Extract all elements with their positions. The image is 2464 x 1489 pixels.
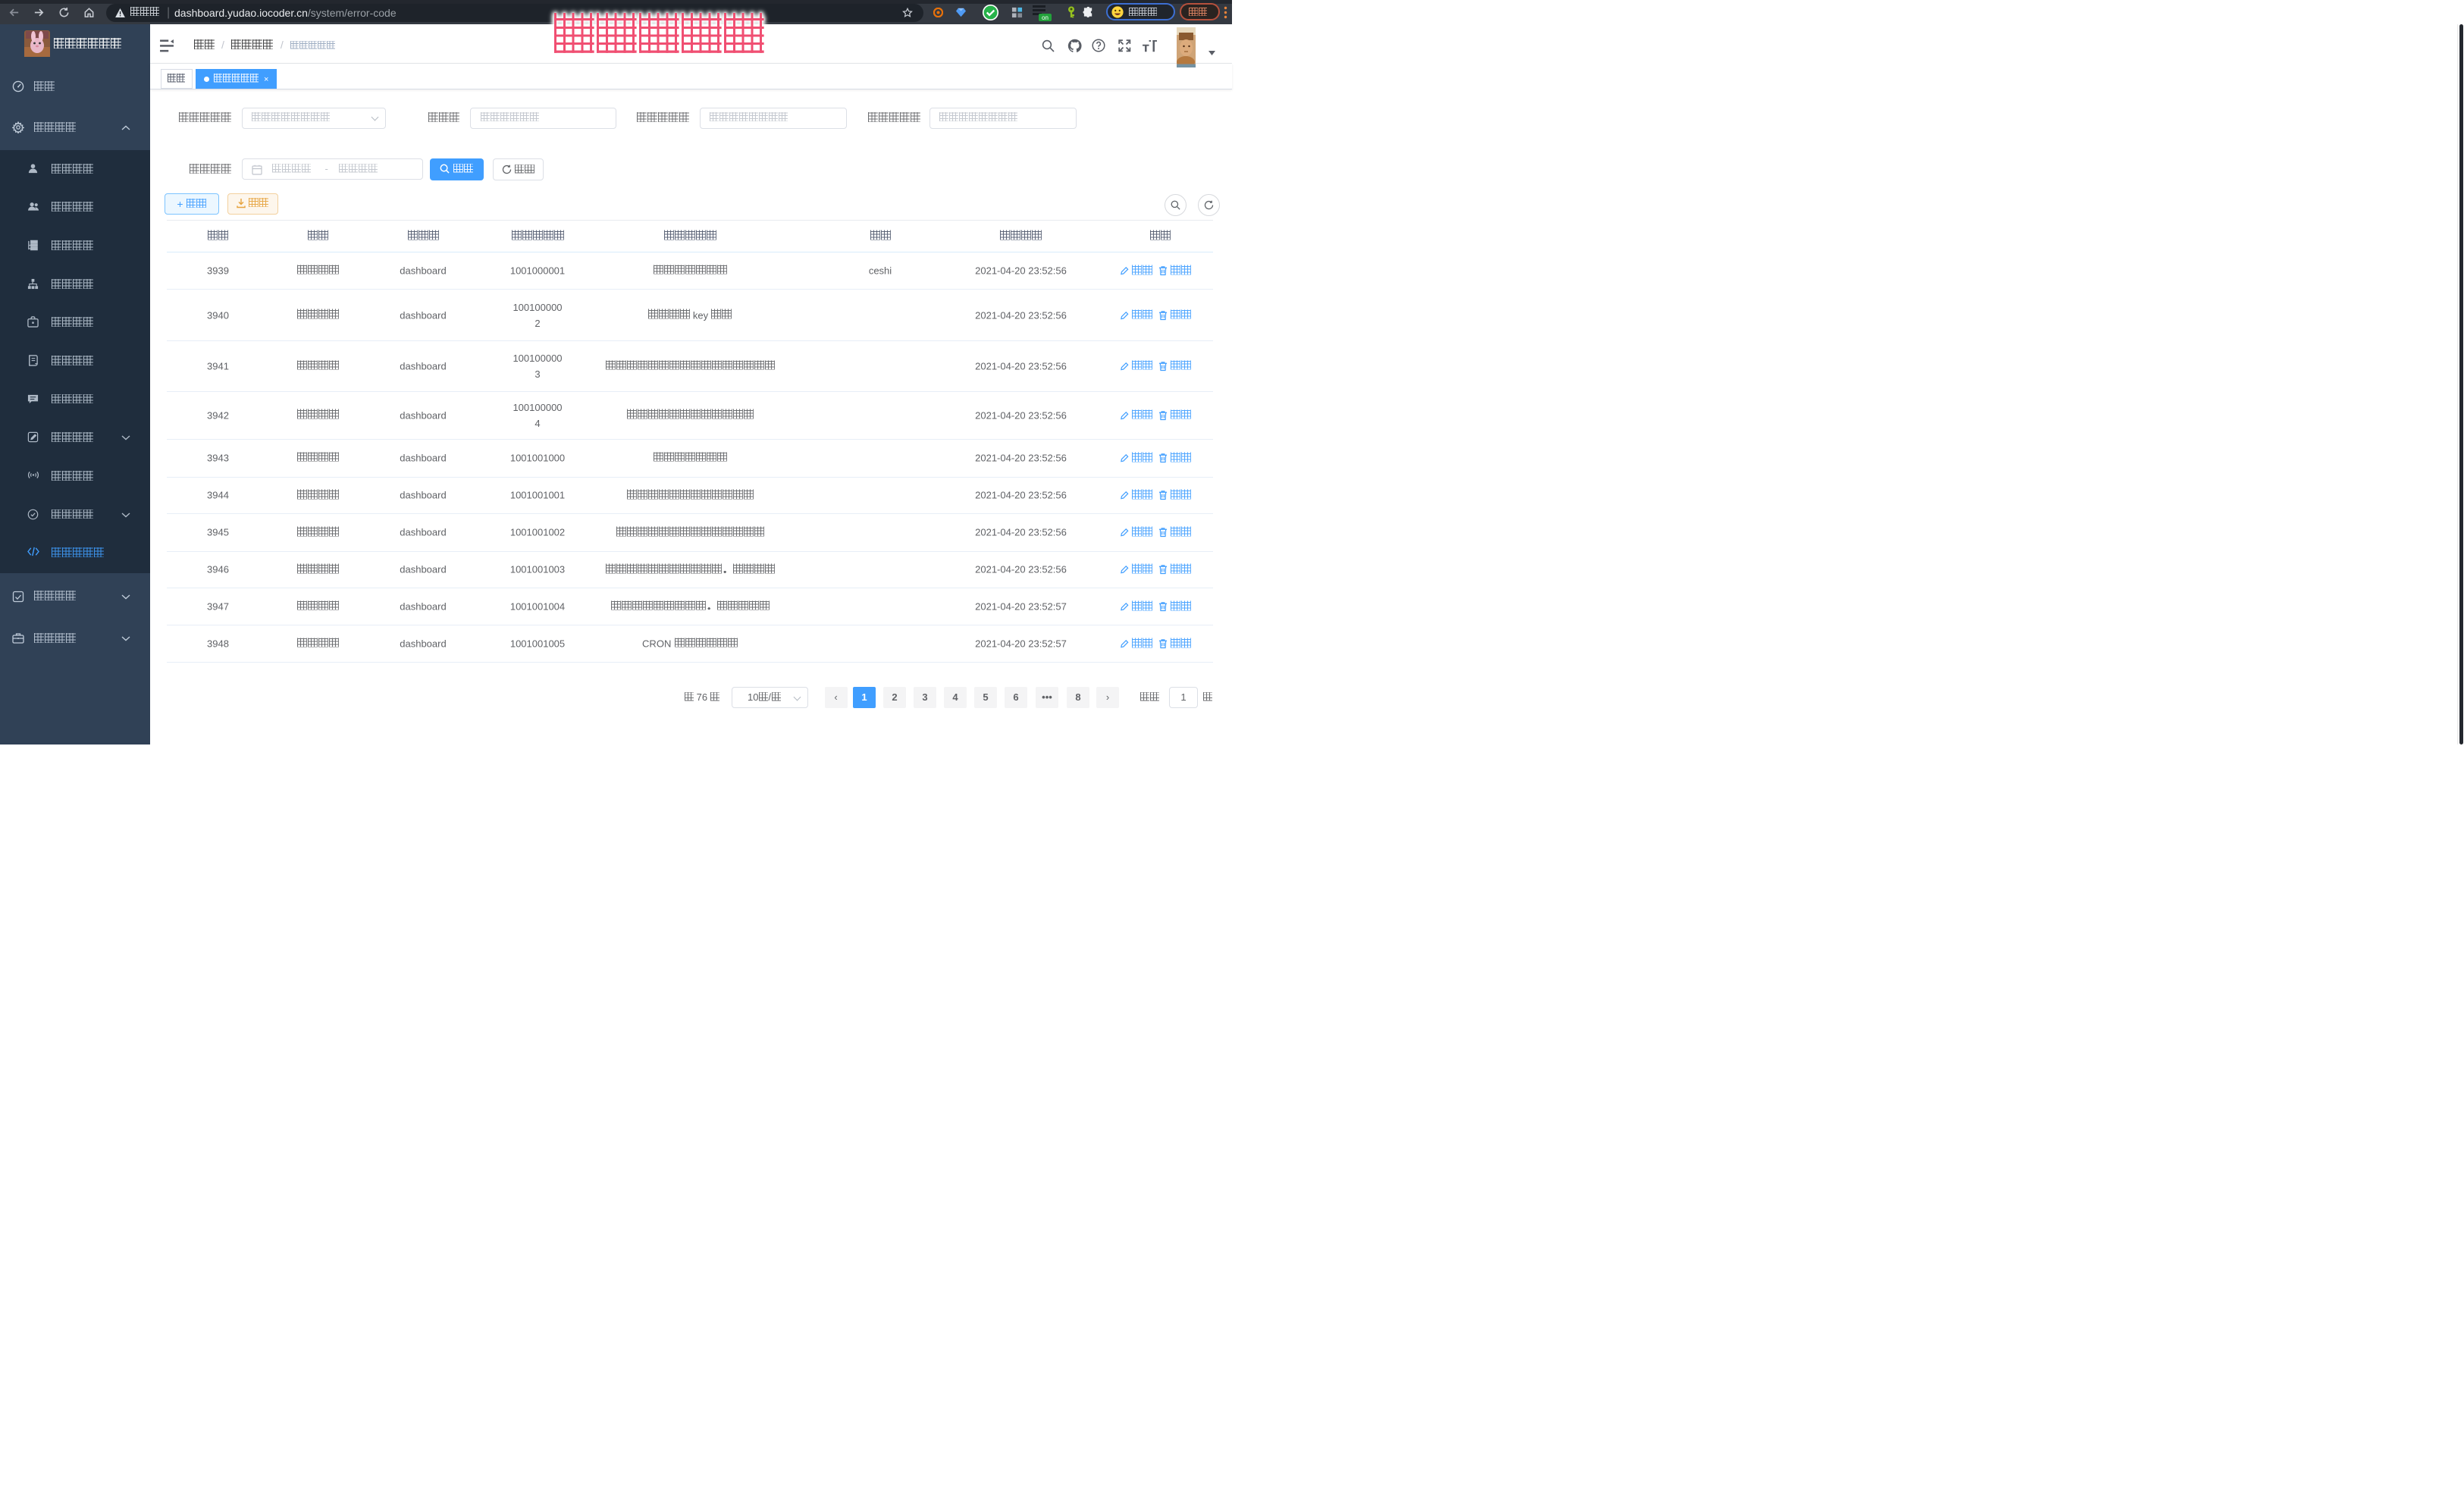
svg-text:on: on bbox=[1042, 14, 1049, 21]
